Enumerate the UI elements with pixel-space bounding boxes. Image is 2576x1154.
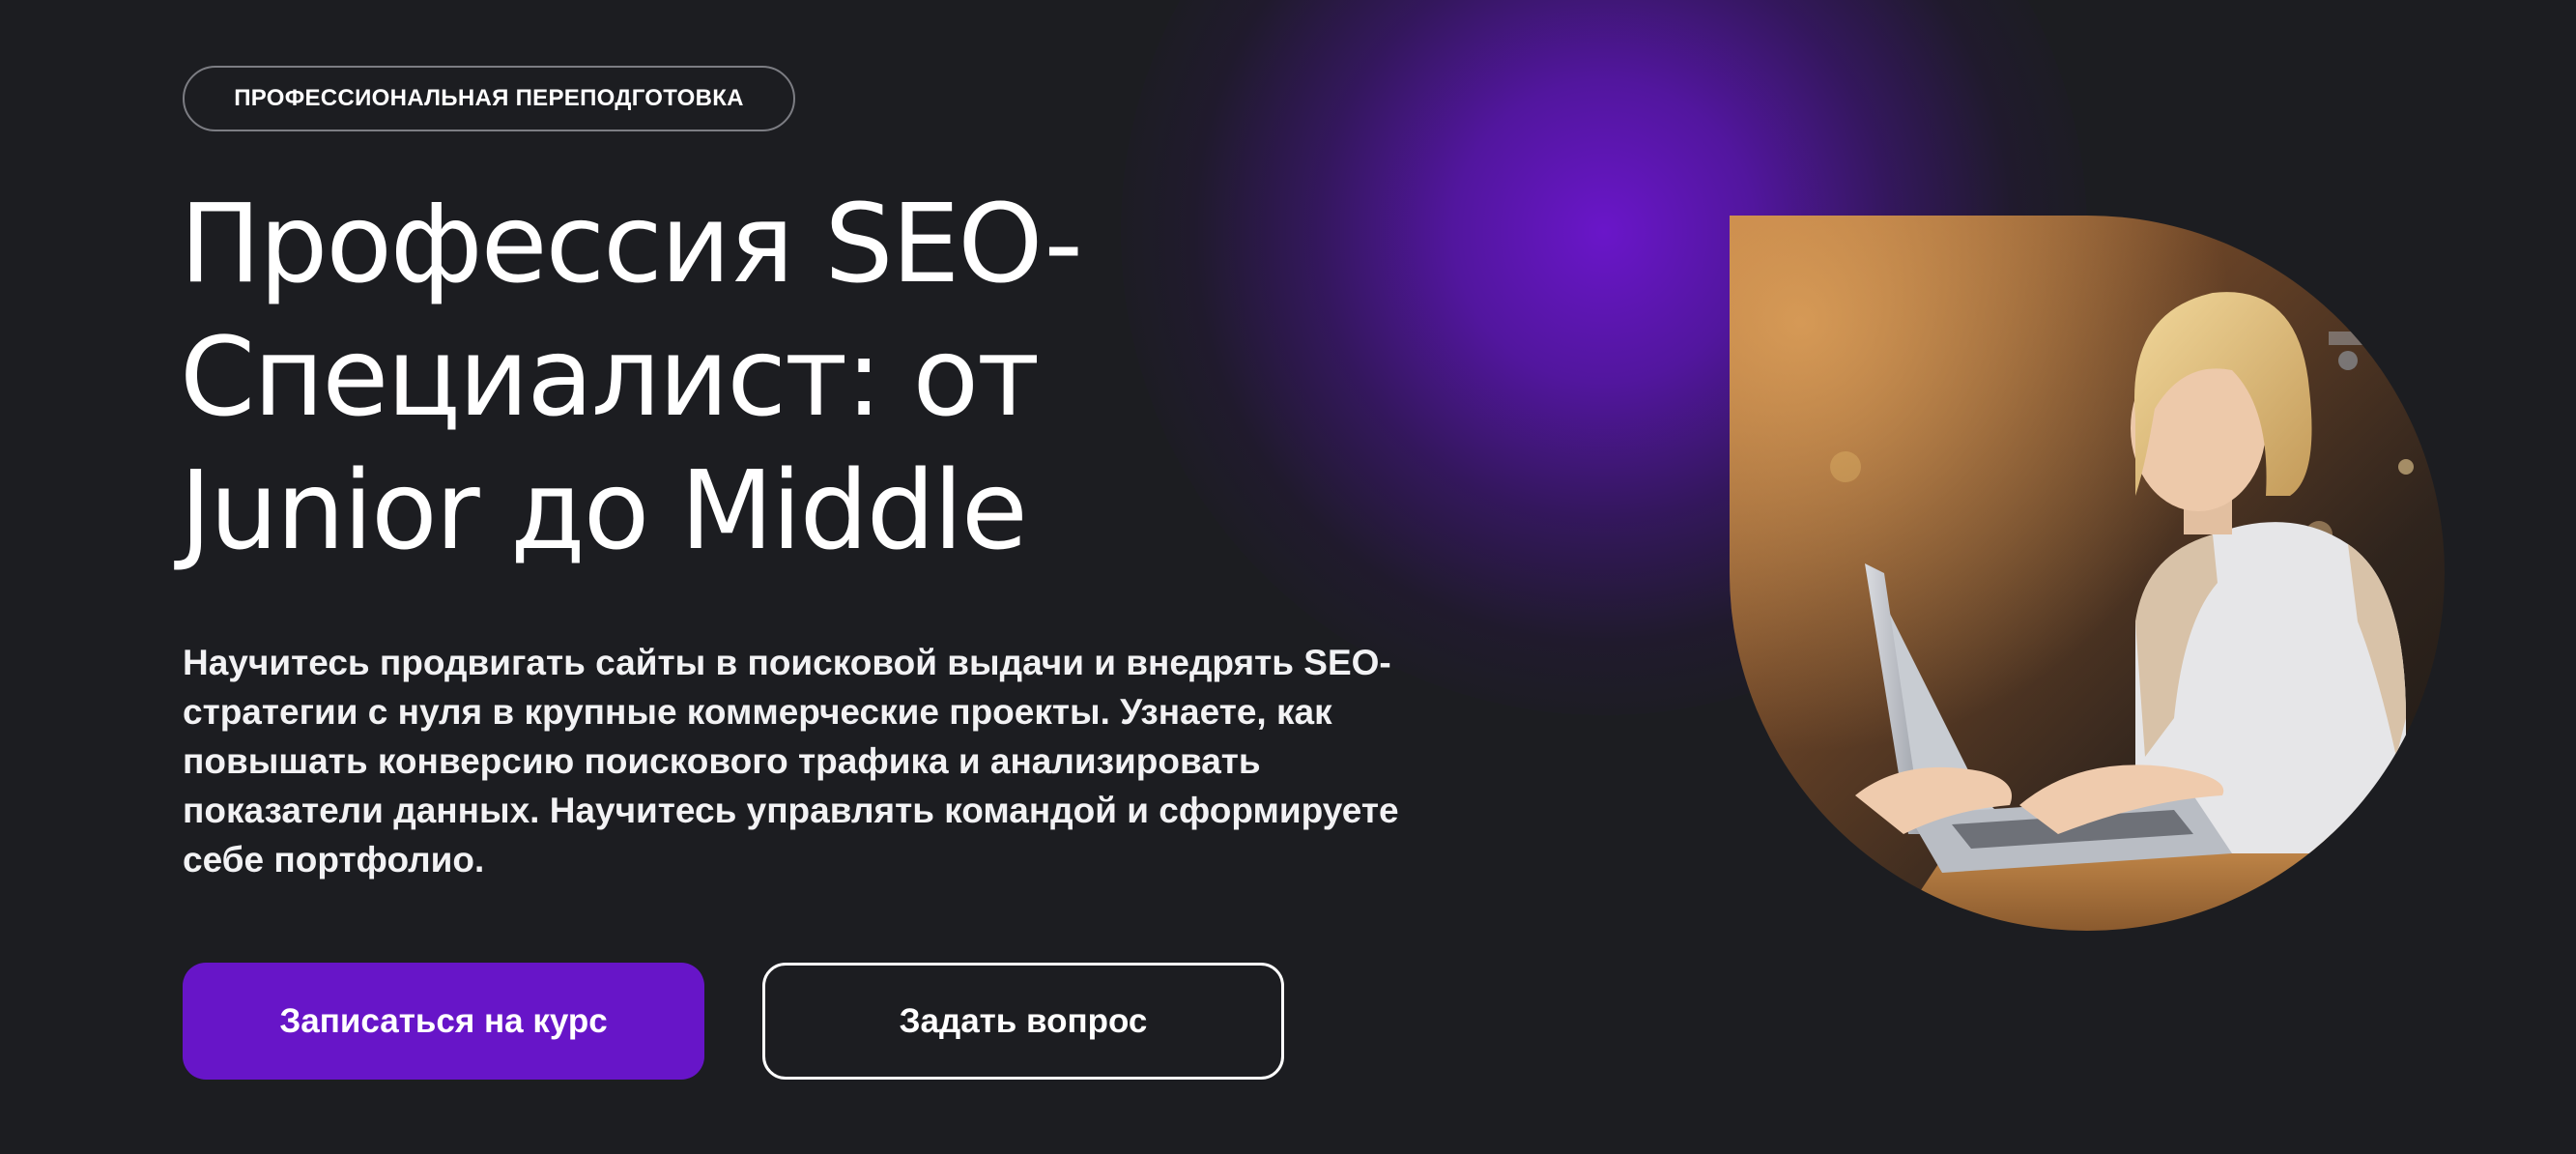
- woman-with-laptop-photo: [1730, 216, 2445, 931]
- description-line: Научитесь продвигать сайты в поисковой в…: [183, 643, 1391, 682]
- title-line: Профессия SEO-: [180, 182, 1083, 307]
- description-line: повышать конверсию поискового трафика и …: [183, 741, 1261, 781]
- ask-question-button[interactable]: Задать вопрос: [762, 963, 1284, 1080]
- description-line: себе портфолио.: [183, 840, 485, 880]
- description-line: стратегии с нуля в крупные коммерческие …: [183, 692, 1332, 732]
- enroll-button[interactable]: Записаться на курс: [183, 963, 704, 1080]
- description-line: показатели данных. Научитесь управлять к…: [183, 791, 1399, 830]
- page-title: Профессия SEO- Специалист: от Junior до …: [180, 178, 1339, 578]
- program-type-badge: ПРОФЕССИОНАЛЬНАЯ ПЕРЕПОДГОТОВКА: [183, 66, 795, 131]
- hero-section: ПРОФЕССИОНАЛЬНАЯ ПЕРЕПОДГОТОВКА Професси…: [0, 0, 2576, 1154]
- title-line: Специалист: от: [180, 315, 1040, 441]
- title-line: Junior до Middle: [180, 448, 1028, 574]
- course-description: Научитесь продвигать сайты в поисковой в…: [183, 638, 1468, 884]
